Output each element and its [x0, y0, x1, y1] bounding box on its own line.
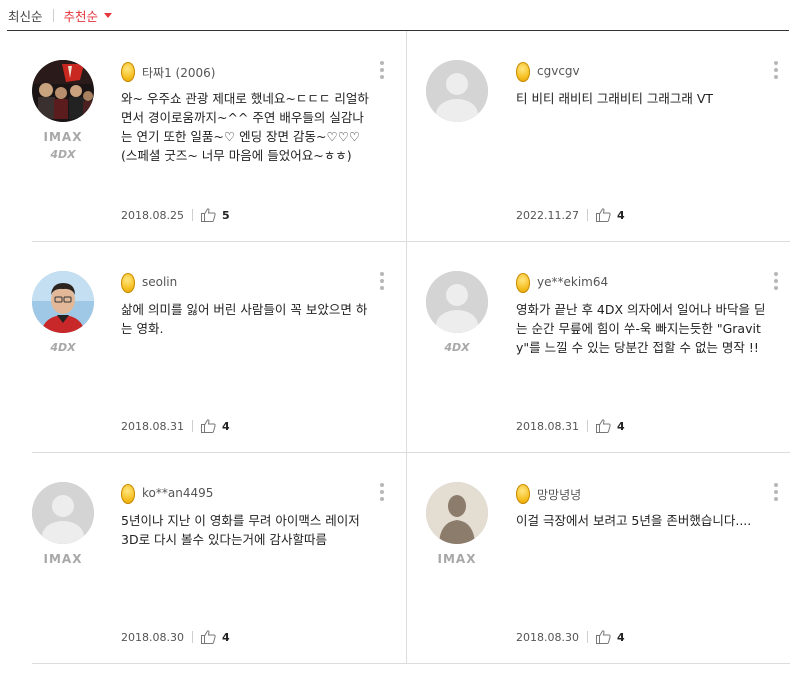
format-badges: IMAX — [426, 551, 488, 569]
coin-icon — [516, 273, 530, 293]
more-options-icon[interactable] — [774, 61, 778, 82]
thumbs-up-icon — [200, 419, 216, 433]
reviewer-nickname[interactable]: cgvcgv — [537, 64, 580, 78]
review-meta: 2018.08.25 5 — [121, 206, 230, 224]
4dx-badge: 4DX — [444, 341, 470, 354]
format-badges: IMAX 4DX — [32, 129, 94, 163]
coin-icon — [121, 62, 135, 82]
review-date: 2018.08.30 — [516, 630, 579, 644]
review-grid: IMAX 4DX 타짜1 (2006) 와~ 우주쇼 관광 제대로 했네요~ㄷㄷ… — [32, 31, 790, 664]
avatar[interactable] — [426, 482, 488, 544]
review-card: IMAX ko**an4495 5년이나 지난 이 영화를 무려 아이맥스 레이… — [32, 453, 407, 664]
caret-down-icon — [104, 13, 113, 18]
default-user-icon — [426, 271, 488, 333]
meta-divider — [586, 209, 588, 221]
meta-divider — [191, 209, 193, 221]
review-date: 2018.08.31 — [121, 419, 184, 433]
like-count: 4 — [221, 630, 230, 644]
review-date: 2018.08.25 — [121, 208, 184, 222]
review-text: 영화가 끝난 후 4DX 의자에서 일어나 바닥을 딛는 순간 무릎에 힘이 쑤… — [516, 302, 766, 355]
like-button[interactable]: 4 — [200, 419, 230, 433]
review-card: cgvcgv 티 비티 래비티 그래비티 그래그래 VT 2022.11.27 … — [407, 31, 790, 242]
more-options-icon[interactable] — [380, 483, 384, 504]
4dx-badge: 4DX — [50, 148, 76, 161]
more-options-icon[interactable] — [774, 483, 778, 504]
review-date: 2018.08.31 — [516, 419, 579, 433]
reviewer-nickname[interactable]: 타짜1 (2006) — [142, 64, 215, 81]
sort-divider — [52, 8, 54, 22]
format-badges: 4DX — [32, 340, 94, 356]
more-options-icon[interactable] — [774, 272, 778, 293]
review-date: 2022.11.27 — [516, 208, 579, 222]
thumbs-up-icon — [200, 630, 216, 644]
sort-bar: 최신순 추천순 — [0, 0, 790, 30]
like-button[interactable]: 4 — [595, 630, 625, 644]
default-user-icon — [426, 60, 488, 122]
imax-badge: IMAX — [43, 130, 83, 144]
thumbs-up-icon — [595, 630, 611, 644]
more-options-icon[interactable] — [380, 272, 384, 293]
coin-icon — [121, 484, 135, 504]
review-card: IMAX 4DX 타짜1 (2006) 와~ 우주쇼 관광 제대로 했네요~ㄷㄷ… — [32, 31, 407, 242]
review-card: 4DX ye**ekim64 영화가 끝난 후 4DX 의자에서 일어나 바닥을… — [407, 242, 790, 453]
like-button[interactable]: 4 — [595, 419, 625, 433]
review-meta: 2022.11.27 4 — [516, 206, 625, 224]
reviewer-nickname[interactable]: 망망녕녕 — [537, 486, 581, 503]
review-meta: 2018.08.30 4 — [516, 628, 625, 646]
meta-divider — [191, 631, 193, 643]
like-count: 4 — [616, 630, 625, 644]
imax-badge: IMAX — [437, 552, 477, 566]
avatar[interactable] — [32, 482, 94, 544]
4dx-badge: 4DX — [50, 341, 76, 354]
review-text: 티 비티 래비티 그래비티 그래그래 VT — [516, 91, 714, 106]
coin-icon — [121, 273, 135, 293]
review-text: 이걸 극장에서 보려고 5년을 존버했습니다.... — [516, 513, 752, 528]
person-photo-avatar-icon — [32, 271, 94, 333]
reviewer-nickname[interactable]: seolin — [142, 275, 177, 289]
coin-icon — [516, 62, 530, 82]
avatar[interactable] — [426, 60, 488, 122]
format-badges: 4DX — [426, 340, 488, 356]
like-button[interactable]: 4 — [200, 630, 230, 644]
review-meta: 2018.08.31 4 — [121, 417, 230, 435]
meta-divider — [586, 420, 588, 432]
reviewer-nickname[interactable]: ko**an4495 — [142, 486, 213, 500]
format-badges: IMAX — [32, 551, 94, 569]
sort-recommended-button[interactable]: 추천순 — [64, 6, 113, 25]
meta-divider — [586, 631, 588, 643]
meta-divider — [191, 420, 193, 432]
thumbs-up-icon — [595, 419, 611, 433]
review-card: 4DX seolin 삶에 의미를 잃어 버린 사람들이 꼭 보았으면 하는 영… — [32, 242, 407, 453]
review-text: 삶에 의미를 잃어 버린 사람들이 꼭 보았으면 하는 영화. — [121, 302, 368, 336]
like-count: 4 — [221, 419, 230, 433]
avatar[interactable] — [32, 60, 94, 122]
review-date: 2018.08.30 — [121, 630, 184, 644]
sort-recommended-label: 추천순 — [63, 8, 99, 24]
review-text: 와~ 우주쇼 관광 제대로 했네요~ㄷㄷㄷ 리얼하면서 경이로움까지~^^ 주연… — [121, 91, 369, 163]
reviewer-nickname[interactable]: ye**ekim64 — [537, 275, 608, 289]
silhouette-user-icon — [426, 482, 488, 544]
review-meta: 2018.08.30 4 — [121, 628, 230, 646]
like-button[interactable]: 5 — [200, 208, 230, 222]
movie-poster-avatar-icon — [32, 60, 94, 122]
like-count: 4 — [616, 208, 625, 222]
review-meta: 2018.08.31 4 — [516, 417, 625, 435]
thumbs-up-icon — [595, 208, 611, 222]
coin-icon — [516, 484, 530, 504]
review-card: IMAX 망망녕녕 이걸 극장에서 보려고 5년을 존버했습니다.... 201… — [407, 453, 790, 664]
imax-badge: IMAX — [43, 552, 83, 566]
more-options-icon[interactable] — [380, 61, 384, 82]
like-button[interactable]: 4 — [595, 208, 625, 222]
review-text: 5년이나 지난 이 영화를 무려 아이맥스 레이저 3D로 다시 볼수 있다는거… — [121, 513, 360, 547]
thumbs-up-icon — [200, 208, 216, 222]
avatar[interactable] — [32, 271, 94, 333]
like-count: 5 — [221, 208, 230, 222]
sort-latest-button[interactable]: 최신순 — [8, 6, 43, 25]
like-count: 4 — [616, 419, 625, 433]
default-user-icon — [32, 482, 94, 544]
avatar[interactable] — [426, 271, 488, 333]
